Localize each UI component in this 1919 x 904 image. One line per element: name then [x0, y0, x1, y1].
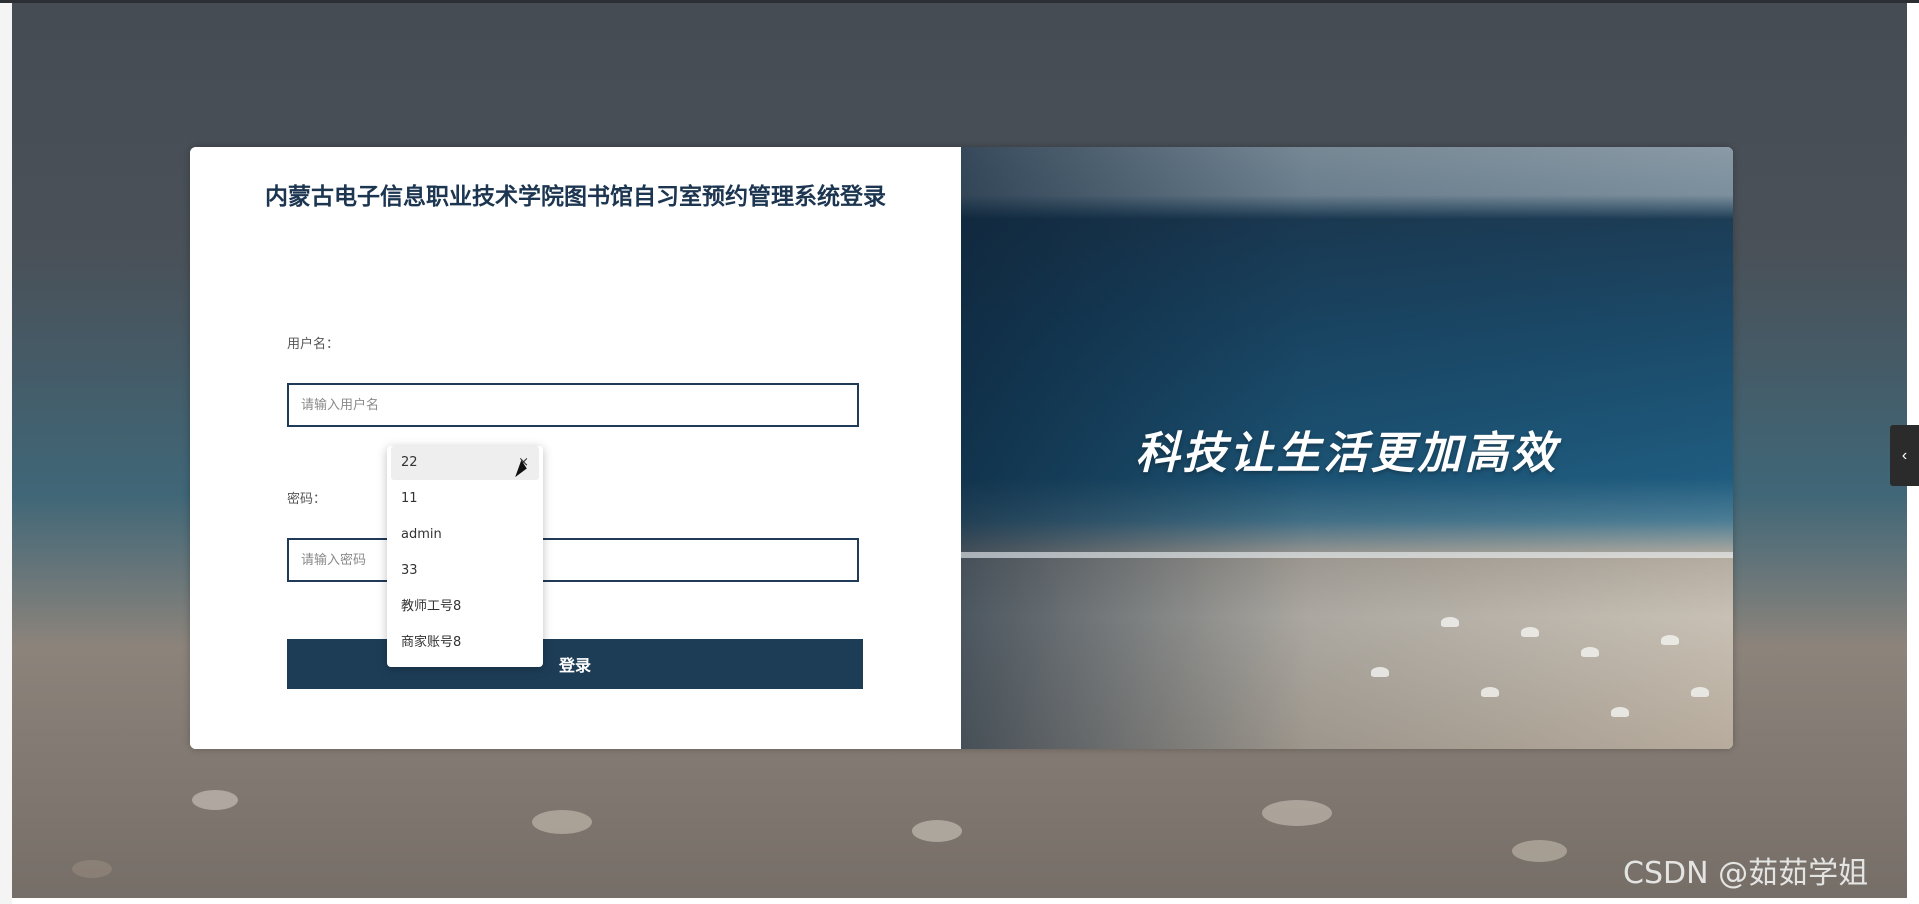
beach-umbrella — [1441, 617, 1459, 627]
autocomplete-option[interactable]: admin — [391, 518, 539, 552]
beach-umbrella — [1611, 707, 1629, 717]
beach-umbrella — [1371, 667, 1389, 677]
background-umbrella — [192, 790, 238, 810]
background-umbrella — [1512, 840, 1567, 862]
banner-slogan: 科技让生活更加高效 — [1135, 428, 1559, 479]
background-umbrella — [72, 860, 112, 878]
autocomplete-option[interactable]: 商家账号8 — [391, 626, 539, 660]
page-left-margin — [0, 0, 12, 904]
username-autocomplete-dropdown: 22 × 11 admin 33 教师工号8 商家账号8 — [387, 446, 543, 667]
beach-umbrella — [1481, 687, 1499, 697]
username-label: 用户名： — [287, 337, 340, 352]
banner-image-panel: 科技让生活更加高效 — [961, 147, 1733, 749]
password-input[interactable] — [287, 538, 859, 582]
banner-shoreline — [961, 552, 1733, 558]
beach-umbrella — [1661, 635, 1679, 645]
page-title: 内蒙古电子信息职业技术学院图书馆自习室预约管理系统登录 — [265, 184, 886, 210]
autocomplete-option[interactable]: 33 — [391, 554, 539, 588]
login-button[interactable]: 登录 — [287, 639, 863, 689]
window-top-border — [0, 0, 1919, 3]
watermark: CSDN @茹茹学姐 — [1623, 856, 1869, 891]
autocomplete-option[interactable]: 11 — [391, 482, 539, 516]
beach-umbrella — [1691, 687, 1709, 697]
background-umbrella — [532, 810, 592, 834]
beach-umbrella — [1581, 647, 1599, 657]
password-label: 密码： — [287, 492, 327, 507]
side-panel-toggle[interactable]: ‹ — [1890, 425, 1919, 486]
login-form-panel: 内蒙古电子信息职业技术学院图书馆自习室预约管理系统登录 用户名： 密码： 登录 — [190, 147, 961, 749]
username-input[interactable] — [287, 383, 859, 427]
background-umbrella — [1262, 800, 1332, 826]
chevron-left-icon: ‹ — [1901, 447, 1908, 464]
autocomplete-option[interactable]: 教师工号8 — [391, 590, 539, 624]
autocomplete-option-label: 22 — [401, 455, 418, 470]
beach-umbrella — [1521, 627, 1539, 637]
background-umbrella — [912, 820, 962, 842]
